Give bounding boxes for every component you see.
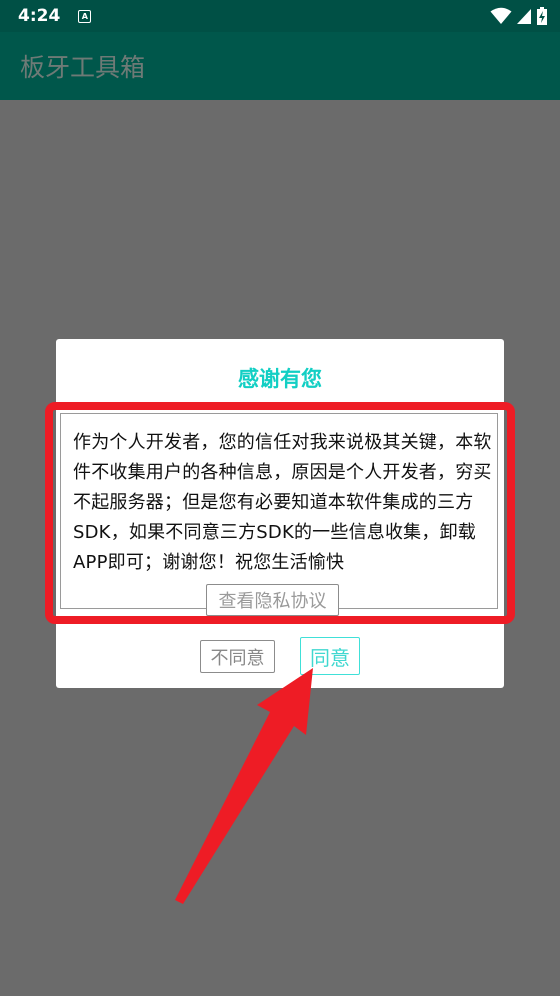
notification-a-icon: A [78,9,92,23]
wifi-icon [490,7,512,24]
privacy-consent-dialog: 感谢有您 作为个人开发者，您的信任对我来说极其关键，本软件不收集用户的各种信息，… [56,339,504,688]
battery-charging-icon [537,7,547,25]
app-bar: 板牙工具箱 [0,32,560,100]
dialog-content-box[interactable]: 作为个人开发者，您的信任对我来说极其关键，本软件不收集用户的各种信息，原因是个人… [60,413,498,616]
disagree-button[interactable]: 不同意 [200,640,275,673]
view-privacy-policy-button[interactable]: 查看隐私协议 [206,584,339,616]
dialog-body-text: 作为个人开发者，您的信任对我来说极其关键，本软件不收集用户的各种信息，原因是个人… [73,432,492,573]
app-title: 板牙工具箱 [20,53,146,82]
agree-button[interactable]: 同意 [300,637,360,675]
status-icons [490,6,548,26]
signal-icon [517,9,531,24]
status-time: 4:24 [18,6,61,26]
status-bar: 4:24 A [0,0,560,32]
dialog-title: 感谢有您 [238,367,322,391]
